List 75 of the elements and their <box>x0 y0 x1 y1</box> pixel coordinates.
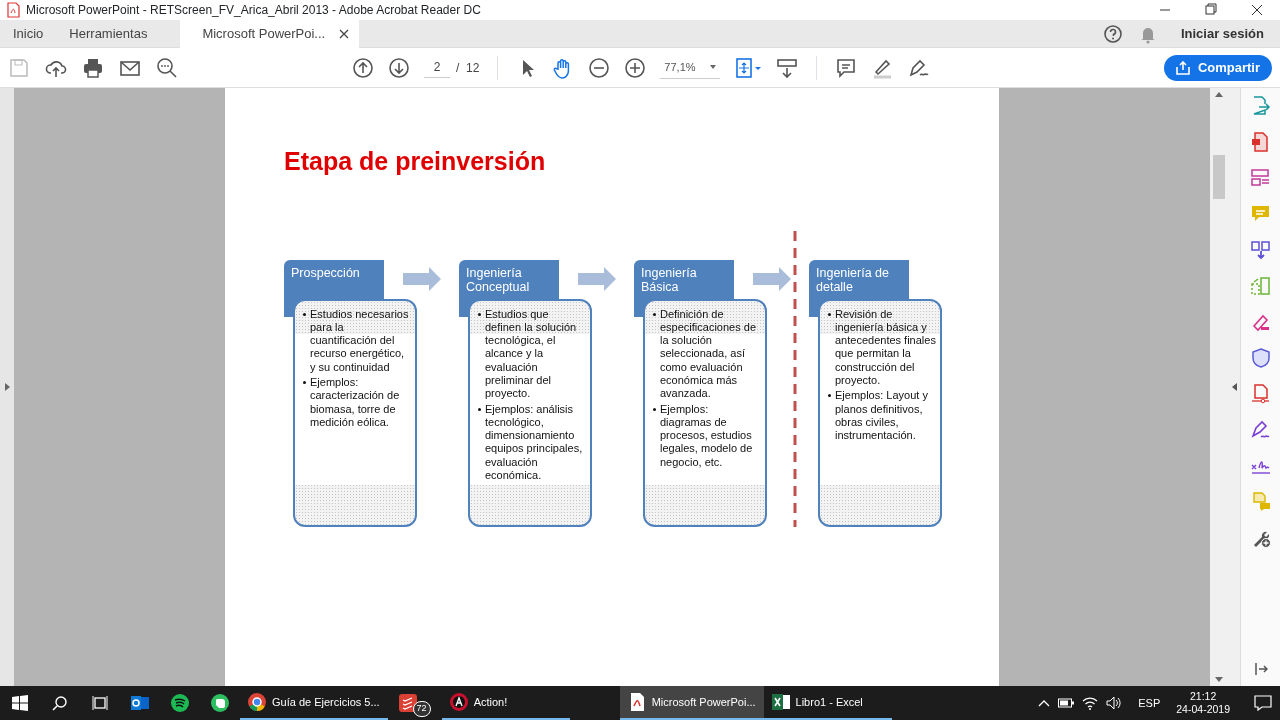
task-view-icon[interactable] <box>92 695 108 711</box>
bullet-icon <box>303 381 306 384</box>
bullet-icon <box>653 312 656 316</box>
caret-icon <box>710 65 717 69</box>
bullet-text: Revisión de ingeniería básica y antecedentes finales que permitan la construcción del proyecto. <box>835 307 936 388</box>
taskbar-button[interactable]: Action! <box>441 686 570 720</box>
zoom-out-icon[interactable] <box>588 56 611 79</box>
bullet-icon <box>478 312 481 316</box>
music-app-icon <box>171 694 189 712</box>
bullet-icon <box>653 407 656 411</box>
scroll-up-icon[interactable] <box>1215 92 1223 97</box>
zoom-search-icon[interactable] <box>156 56 178 79</box>
expand-panel-icon[interactable] <box>4 383 10 391</box>
bullet-icon <box>478 407 481 411</box>
bullet-text: Estudios necesarios para la cuantificación del recurso energético, y su continuidad <box>310 307 410 374</box>
windows-start-icon[interactable] <box>12 695 28 711</box>
page-count: / 12 <box>456 59 480 77</box>
spreadsheet-app-icon <box>771 693 790 711</box>
shield-icon[interactable] <box>1250 348 1271 368</box>
record-app-icon <box>449 693 468 711</box>
bullet-text: Definición de especificaciones de la solución seleccionada, así como evaluación económica más avanzada. <box>660 307 757 401</box>
bullet-text: Estudios que definen la solución tecnológica, el alcance y la evaluación preliminar del proyecto. <box>485 307 578 401</box>
bullet-text: Ejemplos: diagramas de procesos, estudios legales, modelo de negocio, etc. <box>660 402 754 470</box>
search-icon[interactable] <box>52 695 68 711</box>
signature-pen-icon[interactable] <box>1250 420 1271 440</box>
tab[interactable]: Inicio <box>0 19 57 48</box>
eraser-icon[interactable] <box>1250 312 1271 332</box>
document-icon[interactable] <box>1250 132 1271 152</box>
bullet-text: Ejemplos: Layout y planos definitivos, obras civiles, instrumentación. <box>835 389 929 443</box>
language-indicator[interactable]: ESP <box>1138 694 1161 712</box>
share-button[interactable]: Compartir <box>1163 54 1272 81</box>
taskbar-icon[interactable]: 72 <box>387 686 442 720</box>
bullet-text: Ejemplos: caracterización de biomasa, torre de medición eólica. <box>310 376 401 430</box>
elephant-app-icon <box>211 694 229 712</box>
arrow-icon <box>578 266 616 291</box>
help-icon[interactable] <box>1102 23 1123 44</box>
zoom-in-icon[interactable] <box>624 56 647 79</box>
arrow-icon <box>753 266 791 291</box>
fit-page-icon[interactable] <box>734 56 763 79</box>
bullet-text: Ejemplos: análisis tecnológico, dimensionamiento equipos principales, evaluación económica. <box>485 402 584 483</box>
bullet-icon <box>303 312 306 316</box>
collapse-pane-icon[interactable] <box>1253 662 1268 676</box>
task-app-icon <box>398 694 417 712</box>
layout-icon[interactable] <box>1250 168 1271 188</box>
collapse-panel-icon[interactable] <box>1231 383 1237 391</box>
slide-title: Etapa de preinversión <box>284 146 547 177</box>
clock[interactable]: 21:12 24-04-2019 <box>1176 689 1230 717</box>
scroll-mode-icon[interactable] <box>776 56 799 79</box>
battery-icon[interactable] <box>1058 698 1075 708</box>
taskbar-button[interactable]: Libro1 - Excel <box>763 686 892 720</box>
zoom-dropdown[interactable]: 77,1% <box>660 56 721 79</box>
chevron-up-icon[interactable] <box>1038 699 1051 707</box>
bullet-icon <box>828 394 831 398</box>
pages-icon[interactable] <box>1250 240 1271 260</box>
close-icon[interactable] <box>339 28 350 39</box>
arrow-icon <box>403 266 441 291</box>
scrollbar-thumb[interactable] <box>1213 155 1225 199</box>
document-icon[interactable] <box>1250 384 1271 404</box>
wifi-icon[interactable] <box>1082 696 1099 710</box>
print-icon[interactable] <box>82 56 104 79</box>
taskbar-button[interactable]: Guía de Ejercicios 5... <box>240 686 388 720</box>
notification-icon[interactable] <box>1254 695 1272 711</box>
browser-icon <box>248 693 266 711</box>
previous-page-icon[interactable] <box>352 56 374 79</box>
next-page-icon[interactable] <box>388 56 410 79</box>
volume-icon[interactable] <box>1106 696 1123 710</box>
bullet-icon <box>828 312 831 316</box>
share-icon <box>1175 60 1190 75</box>
sign-in-link[interactable]: Iniciar sesión <box>1180 23 1264 44</box>
tab[interactable]: Herramientas <box>56 19 161 48</box>
window-title: Microsoft PowerPoint - RETScreen_FV_Arica_Abril 2013 - Adobe Acrobat Reader DC <box>26 2 481 19</box>
taskbar-button[interactable]: Microsoft PowerPoi... <box>619 686 764 720</box>
scroll-down-icon[interactable] <box>1215 677 1223 682</box>
mail-app-icon <box>131 694 149 712</box>
comment-icon[interactable] <box>835 56 858 79</box>
